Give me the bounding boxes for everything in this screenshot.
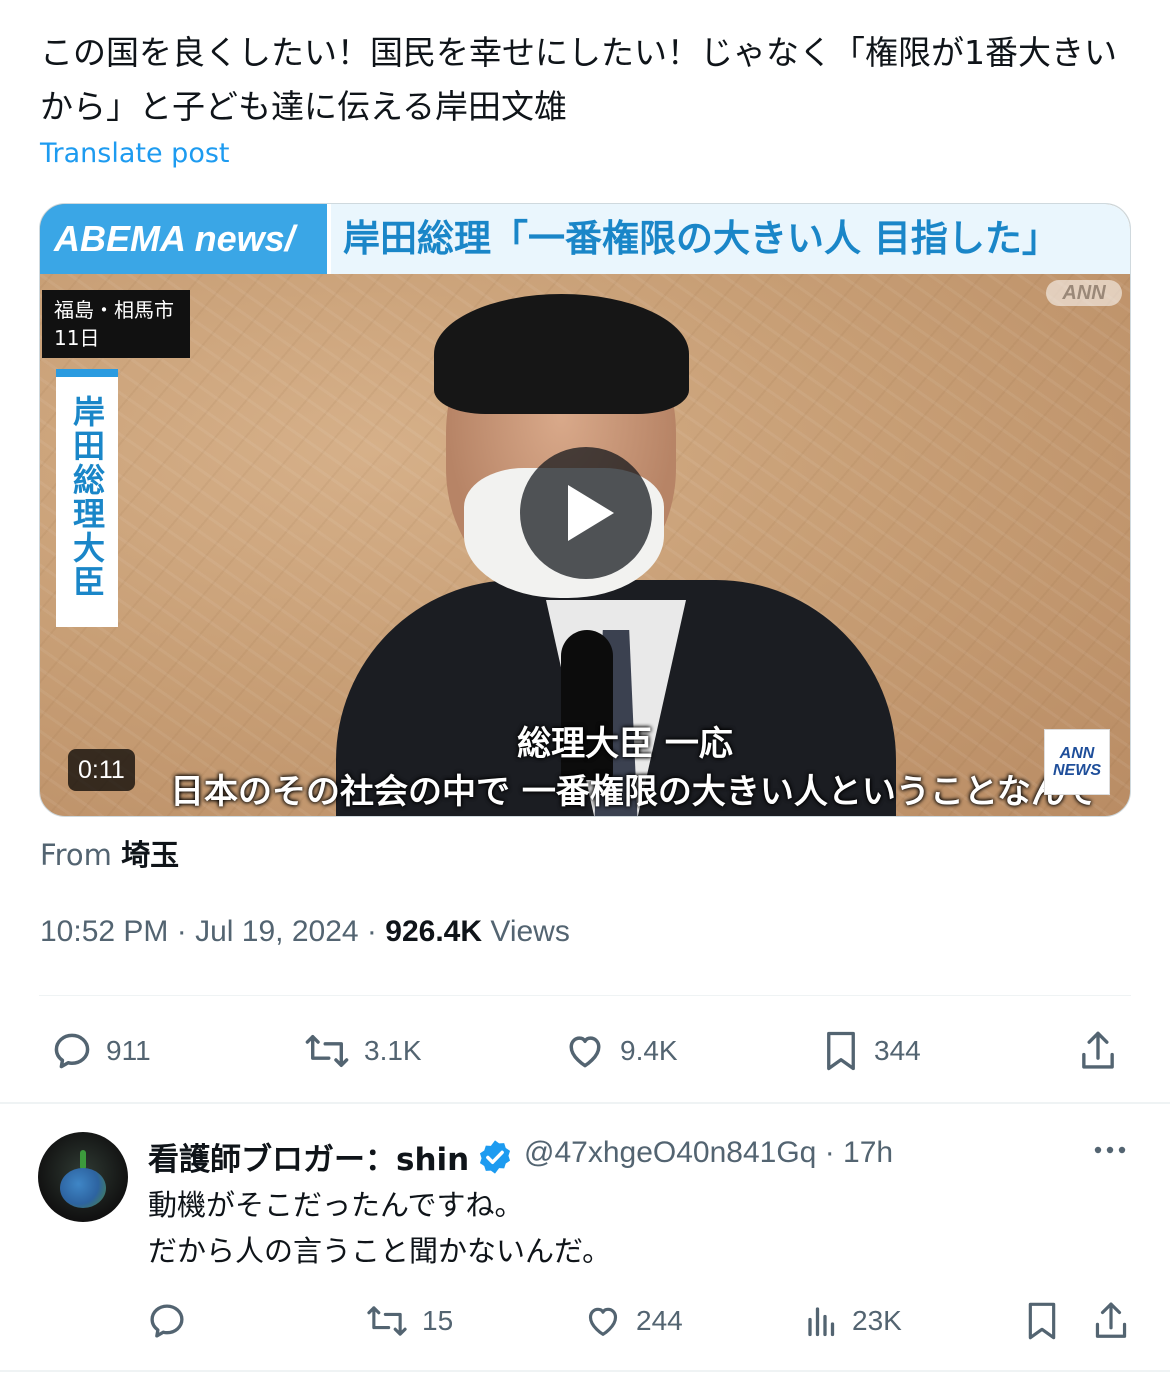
reply-views-count: 23K <box>852 1305 902 1336</box>
source-prefix: From <box>40 838 112 872</box>
post-date[interactable]: Jul 19, 2024 <box>195 915 358 948</box>
reply-author-name[interactable]: 看護師ブロガー：shin <box>148 1134 469 1179</box>
share-icon <box>1082 1031 1114 1069</box>
reply-time[interactable]: 17h <box>843 1136 893 1169</box>
reply-count: 911 <box>106 1035 151 1066</box>
globe-graphic <box>60 1168 106 1208</box>
location-caption: 福島・相馬市 11日 <box>42 290 190 358</box>
meta-separator: · <box>176 915 187 948</box>
reply-icon <box>150 1304 184 1338</box>
reply-repost-count: 15 <box>422 1305 454 1336</box>
post-text: この国を良くしたい！国民を幸せにしたい！じゃなく「権限が1番大きいから」と子ども… <box>40 33 1117 126</box>
reply-bookmark-button[interactable] <box>1022 1290 1074 1352</box>
video-player[interactable]: ABEMA news/ 岸田総理「一番権限の大きい人 目指した」 ANN 福島・… <box>39 203 1131 817</box>
reply-button[interactable]: 911 <box>50 1020 151 1082</box>
reply-reply-button[interactable] <box>146 1290 200 1352</box>
location-date: 11日 <box>54 326 100 350</box>
views-count: 926.4K <box>385 915 483 948</box>
reply-text-line: 動機がそこだったんですね。 <box>148 1188 524 1222</box>
reply-like-count: 244 <box>636 1305 683 1336</box>
reply-icon <box>54 1033 90 1069</box>
views-label: Views <box>490 915 570 948</box>
analytics-icon <box>808 1307 835 1337</box>
ann-news-logo-bottom: NEWS <box>1053 762 1101 779</box>
heart-icon <box>569 1036 601 1068</box>
heart-icon <box>588 1307 618 1336</box>
bookmark-button[interactable]: 344 <box>820 1020 921 1082</box>
like-button[interactable]: 9.4K <box>562 1020 678 1082</box>
video-banner: ABEMA news/ 岸田総理「一番権限の大きい人 目指した」 <box>40 204 1130 274</box>
divider <box>39 995 1131 996</box>
like-count: 9.4K <box>620 1035 678 1066</box>
bookmark-icon <box>827 1031 855 1071</box>
ann-news-logo: ANN NEWS <box>1044 729 1110 795</box>
banner-title: 岸田総理「一番権限の大きい人 目指した」 <box>327 204 1130 274</box>
repost-icon <box>305 1035 349 1067</box>
subtitle-line-1: 総理大臣 一応 <box>517 724 733 764</box>
post-time[interactable]: 10:52 PM <box>40 915 168 948</box>
video-duration: 0:11 <box>68 749 135 791</box>
source-location: From 埼玉 <box>40 832 179 874</box>
repost-button[interactable]: 3.1K <box>302 1020 422 1082</box>
share-button[interactable] <box>1076 1020 1132 1082</box>
reply-actions: 15 244 23K <box>0 1290 1170 1350</box>
translate-post-link[interactable]: Translate post <box>40 138 230 169</box>
reply-text: 動機がそこだったんですね。 だから人の言うこと聞かないんだ。 <box>148 1182 611 1274</box>
repost-icon <box>367 1306 407 1336</box>
reply-share-button[interactable] <box>1090 1290 1144 1352</box>
bookmark-count: 344 <box>874 1035 921 1066</box>
ann-news-logo-top: ANN <box>1059 745 1095 762</box>
source-place: 埼玉 <box>121 838 180 872</box>
divider <box>0 1370 1170 1372</box>
reply-author-handle[interactable]: @47xhgeO40n841Gq <box>524 1136 816 1169</box>
divider <box>0 1102 1170 1104</box>
bookmark-icon <box>1028 1302 1056 1340</box>
play-icon <box>568 485 614 541</box>
avatar[interactable] <box>38 1132 128 1222</box>
reply-text-line: だから人の言うこと聞かないんだ。 <box>148 1234 612 1268</box>
repost-count: 3.1K <box>364 1035 422 1066</box>
reply-views-button[interactable]: 23K <box>804 1290 902 1352</box>
reply-like-button[interactable]: 244 <box>582 1290 683 1352</box>
banner-logo: ABEMA news/ <box>40 204 327 274</box>
location-place: 福島・相馬市 <box>54 298 174 322</box>
share-icon <box>1095 1302 1127 1338</box>
post-actions: 911 3.1K 9.4K 344 <box>0 1020 1170 1082</box>
vertical-caption-text: 岸田総理大臣 <box>68 395 106 599</box>
play-button[interactable] <box>520 447 652 579</box>
reply-repost-button[interactable]: 15 <box>364 1290 453 1352</box>
subtitle-line-2: 日本のその社会の中で 一番権限の大きい人ということなんで <box>170 772 1098 812</box>
more-options-icon[interactable] <box>1090 1140 1130 1160</box>
post-meta: 10:52 PM · Jul 19, 2024 · 926.4K Views <box>40 915 570 949</box>
vertical-caption: 岸田総理大臣 <box>56 369 118 627</box>
ann-watermark: ANN <box>1046 280 1122 306</box>
meta-separator: · <box>366 915 377 948</box>
reply-author-meta: @47xhgeO40n841Gq · 17h <box>524 1136 893 1170</box>
verified-badge-icon[interactable] <box>476 1138 514 1176</box>
meta-separator: · <box>824 1136 835 1169</box>
sprout-graphic <box>80 1150 86 1170</box>
speaker-hair <box>434 294 689 414</box>
